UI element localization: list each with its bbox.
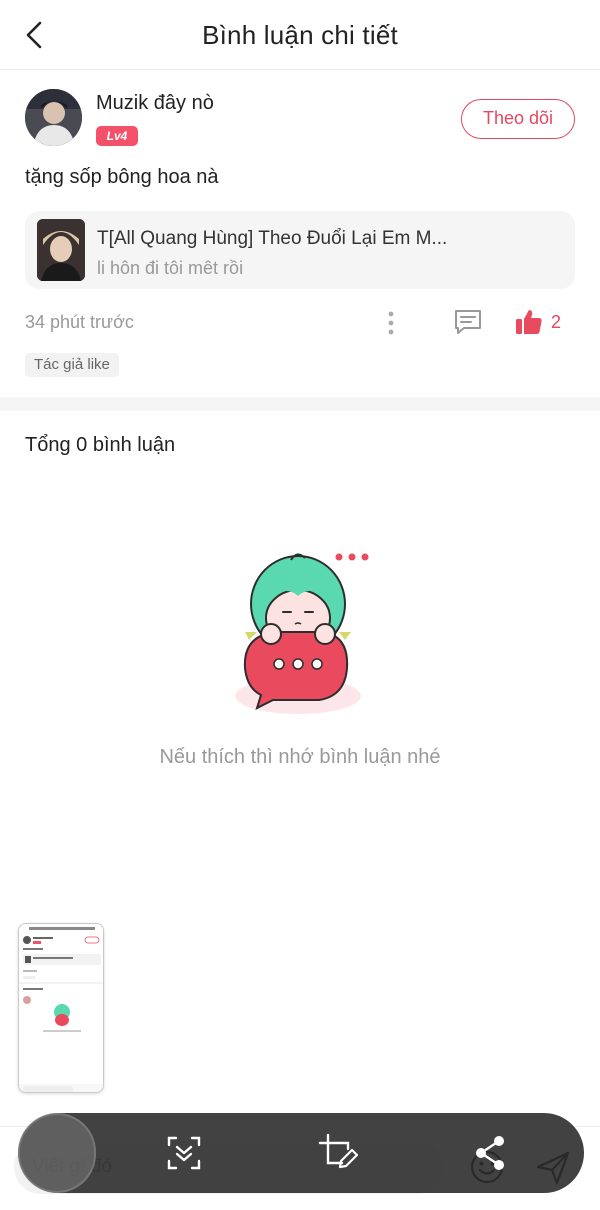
- share-button[interactable]: [470, 1133, 510, 1173]
- screenshot-toolbar-handle[interactable]: [18, 1113, 96, 1193]
- screenshot-preview-thumbnail[interactable]: [18, 923, 104, 1093]
- avatar[interactable]: [25, 89, 82, 146]
- empty-comments-illustration: [225, 540, 375, 720]
- scroll-capture-button[interactable]: [164, 1133, 204, 1173]
- total-comments: Tổng 0 bình luận: [25, 434, 176, 456]
- level-badge: Lv4: [96, 126, 138, 146]
- more-button[interactable]: [381, 309, 401, 337]
- song-thumbnail: [37, 219, 85, 281]
- song-card[interactable]: T[All Quang Hùng] Theo Đuổi Lại Em M... …: [25, 211, 575, 289]
- song-subtitle: li hôn đi tôi mêt rồi: [97, 258, 244, 278]
- more-vertical-icon: [388, 311, 394, 335]
- like-button[interactable]: [514, 307, 544, 337]
- empty-comments-text: Nếu thích thì nhớ bình luận nhé: [159, 746, 441, 768]
- follow-button[interactable]: Theo dõi: [461, 99, 575, 139]
- like-count: 2: [551, 312, 562, 332]
- section-divider: [0, 397, 600, 411]
- timestamp: 34 phút trước: [25, 312, 134, 332]
- edit-button[interactable]: [318, 1133, 359, 1173]
- share-icon: [476, 1136, 504, 1170]
- username[interactable]: Muzik đây nò: [96, 92, 214, 115]
- thumbs-up-icon: [516, 310, 542, 334]
- scroll-capture-icon: [167, 1136, 201, 1170]
- edit-crop-icon: [318, 1133, 359, 1169]
- page-title: Bình luận chi tiết: [202, 20, 398, 50]
- comment-button[interactable]: [452, 307, 484, 337]
- author-like-tag: Tác giả like: [25, 353, 119, 377]
- song-title: T[All Quang Hùng] Theo Đuổi Lại Em M...: [97, 228, 448, 249]
- header: Bình luận chi tiết: [0, 0, 600, 70]
- comment-icon: [455, 310, 481, 334]
- post-text: tặng sốp bông hoa nà: [25, 166, 219, 188]
